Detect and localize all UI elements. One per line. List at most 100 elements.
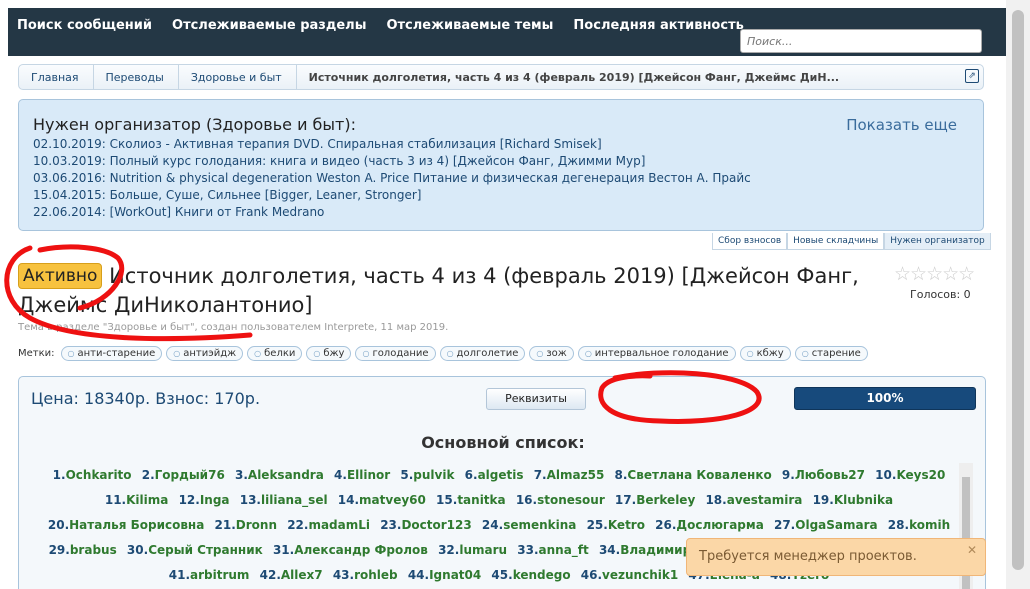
- member-name[interactable]: Наталья Борисовна: [69, 518, 204, 532]
- member-name[interactable]: algetis: [478, 468, 524, 482]
- member-name[interactable]: Allex7: [281, 568, 323, 582]
- organizer-tab[interactable]: Нужен организатор: [884, 233, 991, 250]
- member-name[interactable]: avestamira: [727, 493, 803, 507]
- member-name[interactable]: liliana_sel: [261, 493, 328, 507]
- member-name[interactable]: Ignat04: [429, 568, 481, 582]
- nav-tab[interactable]: Отслеживаемые темы: [376, 18, 563, 33]
- member-name[interactable]: Dronn: [236, 518, 277, 532]
- member-number: 44.: [407, 568, 430, 582]
- tag-item[interactable]: зож: [529, 346, 574, 361]
- member-name[interactable]: Ketro: [608, 518, 645, 532]
- close-icon[interactable]: ✕: [967, 543, 977, 557]
- organizer-item-link[interactable]: [WorkOut] Книги от Frank Medrano: [110, 205, 325, 219]
- member-name[interactable]: tanitka: [457, 493, 505, 507]
- breadcrumb-item[interactable]: Здоровье и быт: [179, 65, 297, 89]
- member-name[interactable]: komih: [909, 518, 950, 532]
- member-name[interactable]: Inga: [200, 493, 230, 507]
- member-name[interactable]: Александр Фролов: [294, 543, 428, 557]
- member-name[interactable]: semenkina: [503, 518, 576, 532]
- organizer-item-link[interactable]: Сколиоз - Активная терапия DVD. Спиральн…: [110, 137, 602, 151]
- member-name[interactable]: pulvik: [413, 468, 454, 482]
- member-number: 42.: [259, 568, 281, 582]
- member-name[interactable]: Ochkarito: [66, 468, 132, 482]
- member-name[interactable]: Серый Странник: [148, 543, 263, 557]
- tags-row: Метки: анти-старениеантиэйджбелкибжуголо…: [18, 346, 868, 361]
- member-name[interactable]: kendego: [513, 568, 571, 582]
- tag-item[interactable]: голодание: [355, 346, 436, 361]
- member-number: 13.: [239, 493, 261, 507]
- member-number: 31.: [272, 543, 295, 557]
- search-input[interactable]: [740, 29, 982, 53]
- member-name[interactable]: Doctor123: [401, 518, 471, 532]
- organizer-item-link[interactable]: Полный курс голодания: книга и видео (ча…: [110, 154, 646, 168]
- tag-item[interactable]: анти-старение: [60, 346, 163, 361]
- rating-stars-icon[interactable]: ☆☆☆☆☆: [894, 263, 975, 285]
- member-item: 7.Almaz55: [534, 468, 605, 482]
- organizer-item-link[interactable]: Больше, Суше, Сильнее [Bigger, Leaner, S…: [110, 188, 422, 202]
- organizer-item-date: 03.06.2016:: [33, 171, 106, 185]
- organizer-tab[interactable]: Новые складчины: [787, 233, 885, 250]
- member-name[interactable]: OlgaSamara: [795, 518, 877, 532]
- breadcrumb-item[interactable]: Переводы: [94, 65, 179, 89]
- member-name[interactable]: arbitrum: [190, 568, 249, 582]
- member-number: 4.: [334, 468, 347, 482]
- member-item: 41.arbitrum: [169, 568, 250, 582]
- member-number: 6.: [464, 468, 478, 482]
- breadcrumb-item[interactable]: Главная: [19, 65, 94, 89]
- member-item: 43.rohleb: [333, 568, 398, 582]
- member-number: 15.: [436, 493, 458, 507]
- member-name[interactable]: Kilima: [126, 493, 168, 507]
- member-name[interactable]: Ellinor: [347, 468, 390, 482]
- member-item: 14.matvey60: [338, 493, 426, 507]
- member-name[interactable]: Berkeley: [636, 493, 695, 507]
- member-name[interactable]: stonesour: [537, 493, 605, 507]
- tag-item[interactable]: интервальное голодание: [577, 346, 736, 361]
- member-item: 5.pulvik: [400, 468, 454, 482]
- jump-icon[interactable]: ⇗: [965, 69, 979, 83]
- nav-tab[interactable]: Отслеживаемые разделы: [162, 18, 376, 33]
- member-name[interactable]: rohleb: [354, 568, 398, 582]
- tags-label: Метки:: [18, 348, 55, 359]
- member-name[interactable]: brabus: [70, 543, 117, 557]
- member-item: 46.vezunchik1: [581, 568, 678, 582]
- tag-item[interactable]: антиэйдж: [166, 346, 244, 361]
- member-name[interactable]: Aleksandra: [248, 468, 324, 482]
- member-name[interactable]: matvey60: [359, 493, 426, 507]
- nav-tab[interactable]: Последняя активность: [563, 18, 753, 33]
- organizer-item-link[interactable]: Nutrition & physical degeneration Weston…: [110, 171, 751, 185]
- member-number: 3.: [234, 468, 248, 482]
- tag-item[interactable]: кбжу: [739, 346, 791, 361]
- member-name[interactable]: Дослюгарма: [676, 518, 763, 532]
- show-more-link[interactable]: Показать еще: [846, 116, 957, 134]
- page-scrollbar[interactable]: [1006, 0, 1030, 589]
- thread-meta: Тема в разделе "Здоровье и быт", создан …: [18, 322, 449, 333]
- tag-item[interactable]: старение: [794, 346, 868, 361]
- member-name[interactable]: Гордый76: [155, 468, 225, 482]
- status-badge: Активно: [18, 263, 103, 289]
- member-item: 19.Klubnika: [813, 493, 894, 507]
- tag-item[interactable]: долголетие: [439, 346, 526, 361]
- member-item: 17.Berkeley: [615, 493, 695, 507]
- nav-tab[interactable]: Поиск сообщений: [17, 18, 162, 33]
- requisites-button[interactable]: Реквизиты: [486, 388, 586, 410]
- tag-item[interactable]: белки: [247, 346, 303, 361]
- member-number: 34.: [598, 543, 621, 557]
- member-name[interactable]: Almaz55: [547, 468, 605, 482]
- member-name[interactable]: lumaru: [459, 543, 507, 557]
- member-name[interactable]: Klubnika: [834, 493, 893, 507]
- member-name[interactable]: vezunchik1: [602, 568, 678, 582]
- member-name[interactable]: anna_ft: [539, 543, 589, 557]
- member-name[interactable]: Светлана Коваленко: [627, 468, 771, 482]
- member-name[interactable]: Любовь27: [795, 468, 865, 482]
- member-number: 24.: [481, 518, 504, 532]
- list-heading: Основной список:: [421, 433, 585, 452]
- organizer-item: 22.06.2014: [WorkOut] Книги от Frank Med…: [33, 204, 969, 221]
- scrollbar-thumb[interactable]: [1012, 10, 1024, 570]
- member-name[interactable]: Keys20: [896, 468, 945, 482]
- thread-title: Активно Источник долголетия, часть 4 из …: [18, 262, 878, 320]
- organizer-tab[interactable]: Сбор взносов: [712, 233, 788, 250]
- member-number: 18.: [705, 493, 727, 507]
- member-number: 10.: [875, 468, 897, 482]
- member-name[interactable]: madamLi: [308, 518, 370, 532]
- tag-item[interactable]: бжу: [306, 346, 352, 361]
